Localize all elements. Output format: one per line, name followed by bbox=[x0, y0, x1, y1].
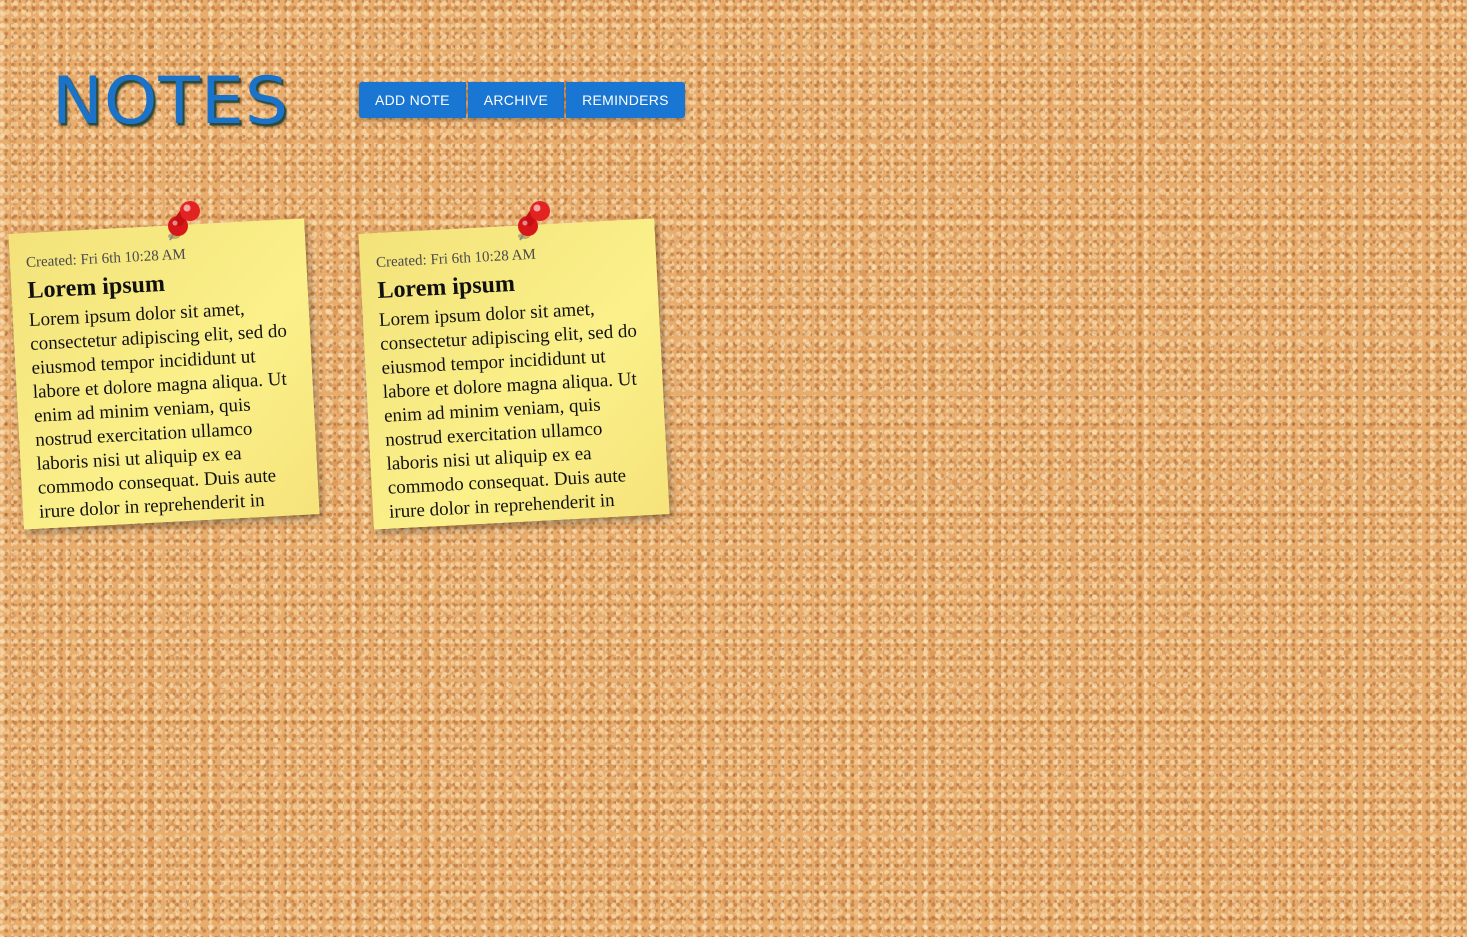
toolbar: ADD NOTE ARCHIVE REMINDERS bbox=[359, 82, 685, 118]
note-body: Lorem ipsum dolor sit amet, consectetur … bbox=[28, 298, 288, 523]
pushpin-icon bbox=[168, 201, 200, 241]
reminders-button[interactable]: REMINDERS bbox=[566, 82, 685, 118]
note-card[interactable]: Created: Fri 6th 10:28 AM Lorem ipsum Lo… bbox=[8, 218, 320, 530]
note-body: Lorem ipsum dolor sit amet, consectetur … bbox=[378, 298, 638, 523]
archive-button[interactable]: ARCHIVE bbox=[467, 82, 565, 118]
note-card[interactable]: Created: Fri 6th 10:28 AM Lorem ipsum Lo… bbox=[358, 218, 670, 530]
pushpin-icon bbox=[518, 201, 550, 241]
add-note-button[interactable]: ADD NOTE bbox=[359, 82, 466, 118]
app-title: NOTES bbox=[52, 64, 290, 140]
header: NOTES bbox=[52, 62, 289, 142]
